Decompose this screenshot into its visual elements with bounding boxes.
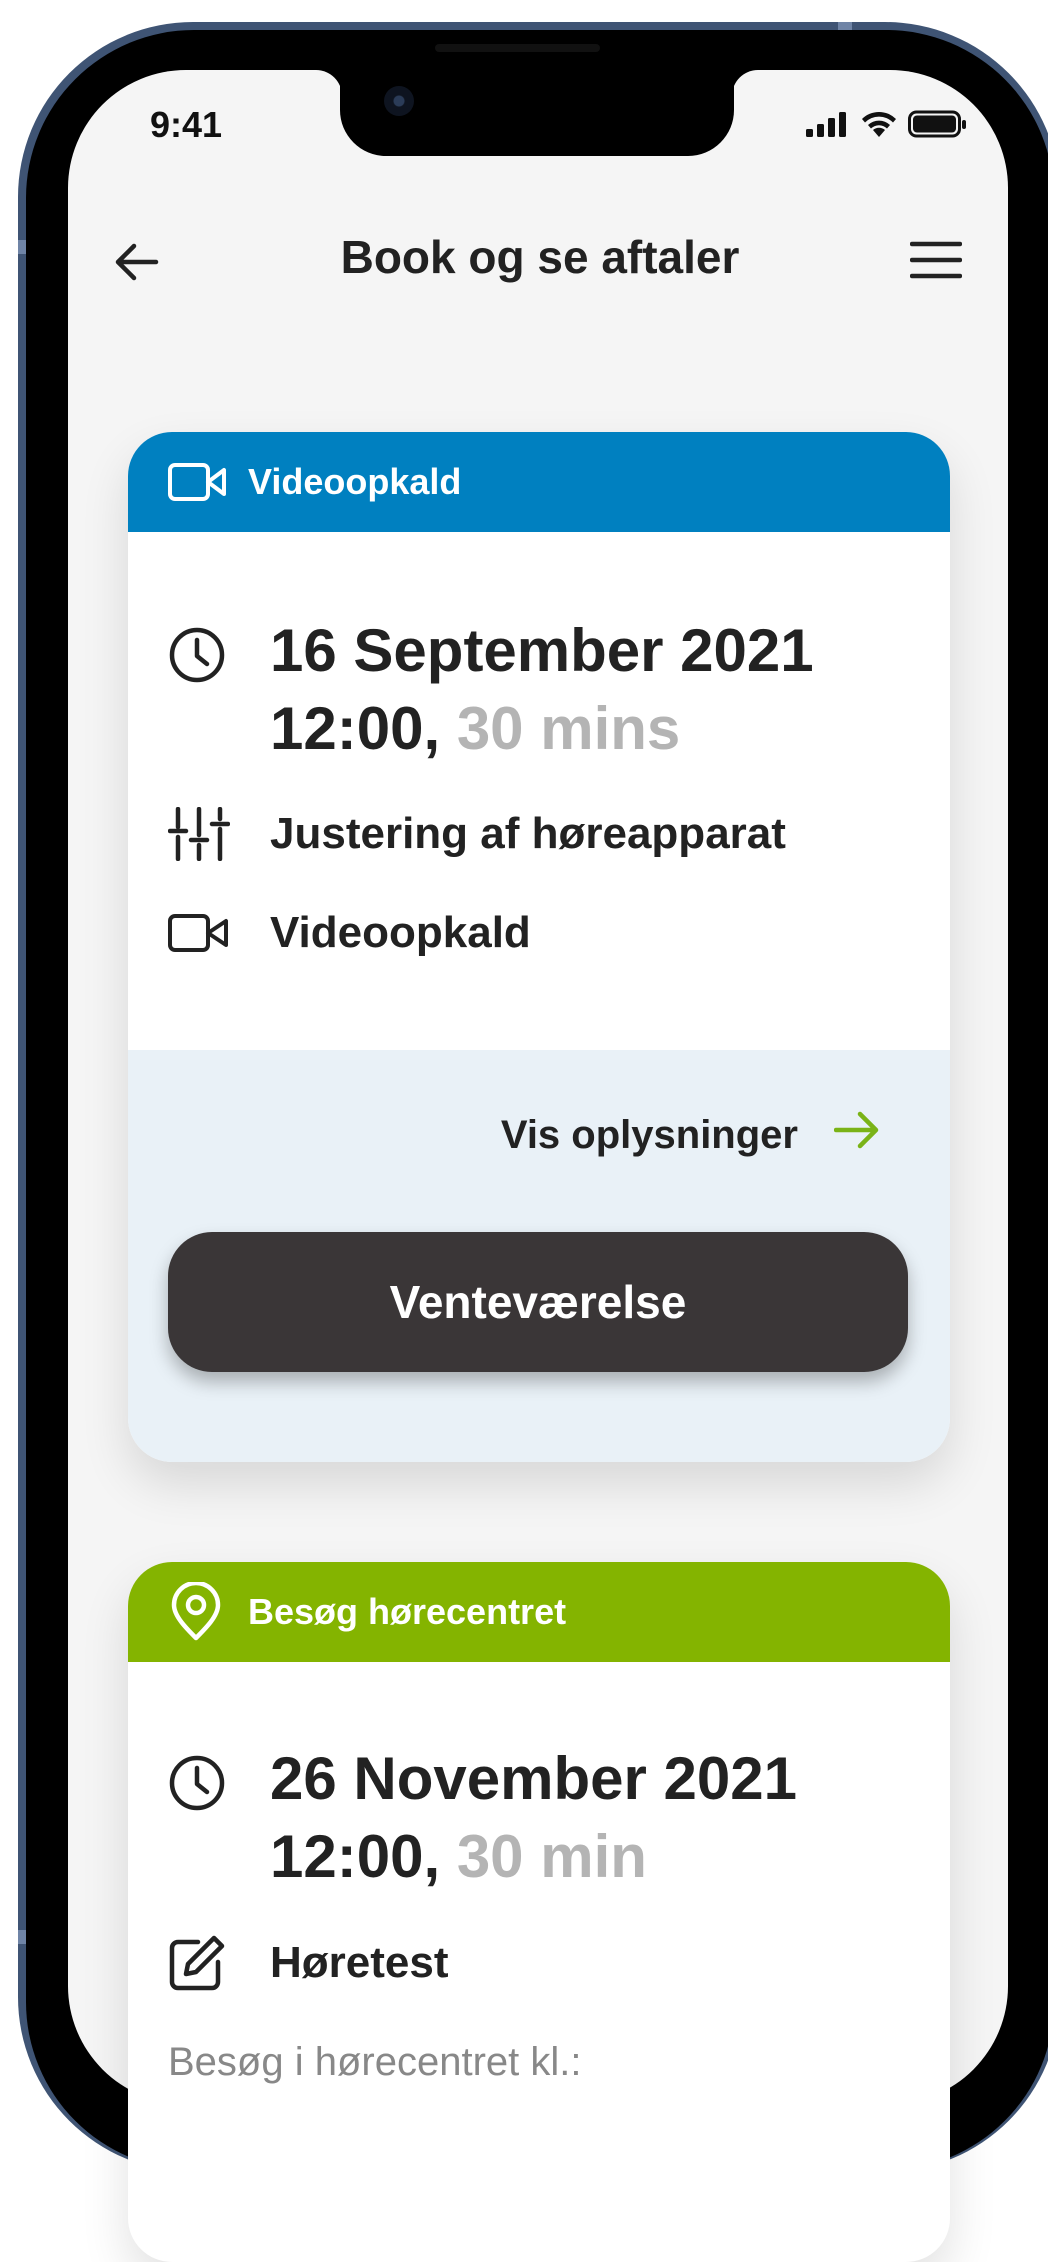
- page-title: Book og se aftaler: [340, 231, 740, 283]
- service-label: Justering af høreapparat: [270, 809, 786, 858]
- appointment-date: 26 November 2021: [270, 1745, 797, 1812]
- method-row: Videoopkald: [168, 906, 531, 960]
- appointment-card-visit[interactable]: Besøg hørecentret 26 November 2021 12:00…: [128, 1562, 950, 2262]
- appointment-time: 12:00,: [270, 695, 441, 762]
- view-details-link[interactable]: Vis oplysninger: [501, 1110, 880, 1160]
- battery-icon: [908, 110, 966, 138]
- phone-side-button: [18, 240, 26, 254]
- cellular-signal-icon: [806, 112, 846, 137]
- status-time: 9:41: [150, 104, 223, 145]
- appointment-duration: 30 min: [456, 1823, 647, 1890]
- sliders-icon: [168, 807, 230, 861]
- appointment-time: 12:00,: [270, 1823, 441, 1890]
- phone-side-button: [18, 1930, 26, 1944]
- card-type-label: Besøg hørecentret: [248, 1591, 567, 1632]
- notch-corner: [316, 70, 342, 96]
- date-time-row: 16 September 2021 12:00, 30 mins: [168, 612, 814, 768]
- front-camera: [384, 86, 414, 116]
- card-type-header: Besøg hørecentret: [128, 1562, 950, 1662]
- visit-note: Besøg i hørecentret kl.:: [168, 2040, 582, 2084]
- wifi-icon: [862, 111, 896, 137]
- hamburger-menu-icon: [909, 241, 963, 279]
- waiting-room-button[interactable]: Venteværelse: [168, 1232, 908, 1372]
- back-button[interactable]: [112, 238, 168, 290]
- status-icons: [806, 110, 968, 138]
- card-type-header: Videoopkald: [128, 432, 950, 532]
- date-time-row: 26 November 2021 12:00, 30 min: [168, 1740, 797, 1896]
- card-type-label: Videoopkald: [248, 461, 462, 502]
- appointment-card-video[interactable]: Videoopkald 16 September 2021 12:00, 30 …: [128, 432, 950, 1462]
- appointment-duration: 30 mins: [456, 695, 681, 762]
- notch-corner: [732, 70, 758, 96]
- menu-button[interactable]: [909, 240, 966, 286]
- phone-speaker: [435, 44, 600, 52]
- method-label: Videoopkald: [270, 908, 531, 957]
- service-row: Høretest: [168, 1935, 449, 1991]
- arrow-left-icon: [115, 243, 159, 281]
- video-camera-icon: [168, 458, 228, 506]
- view-details-label: Vis oplysninger: [500, 1112, 798, 1157]
- clock-icon: [168, 1754, 228, 1896]
- service-label: Høretest: [270, 1938, 449, 1987]
- appointment-date: 16 September 2021: [270, 617, 814, 684]
- edit-icon: [168, 1935, 230, 1991]
- location-pin-icon: [168, 1582, 228, 1641]
- clock-icon: [168, 626, 228, 768]
- video-camera-icon: [168, 906, 230, 960]
- card-actions: Vis oplysninger Venteværelse: [128, 1050, 950, 1462]
- arrow-right-icon: [833, 1110, 880, 1160]
- service-row: Justering af høreapparat: [168, 807, 786, 861]
